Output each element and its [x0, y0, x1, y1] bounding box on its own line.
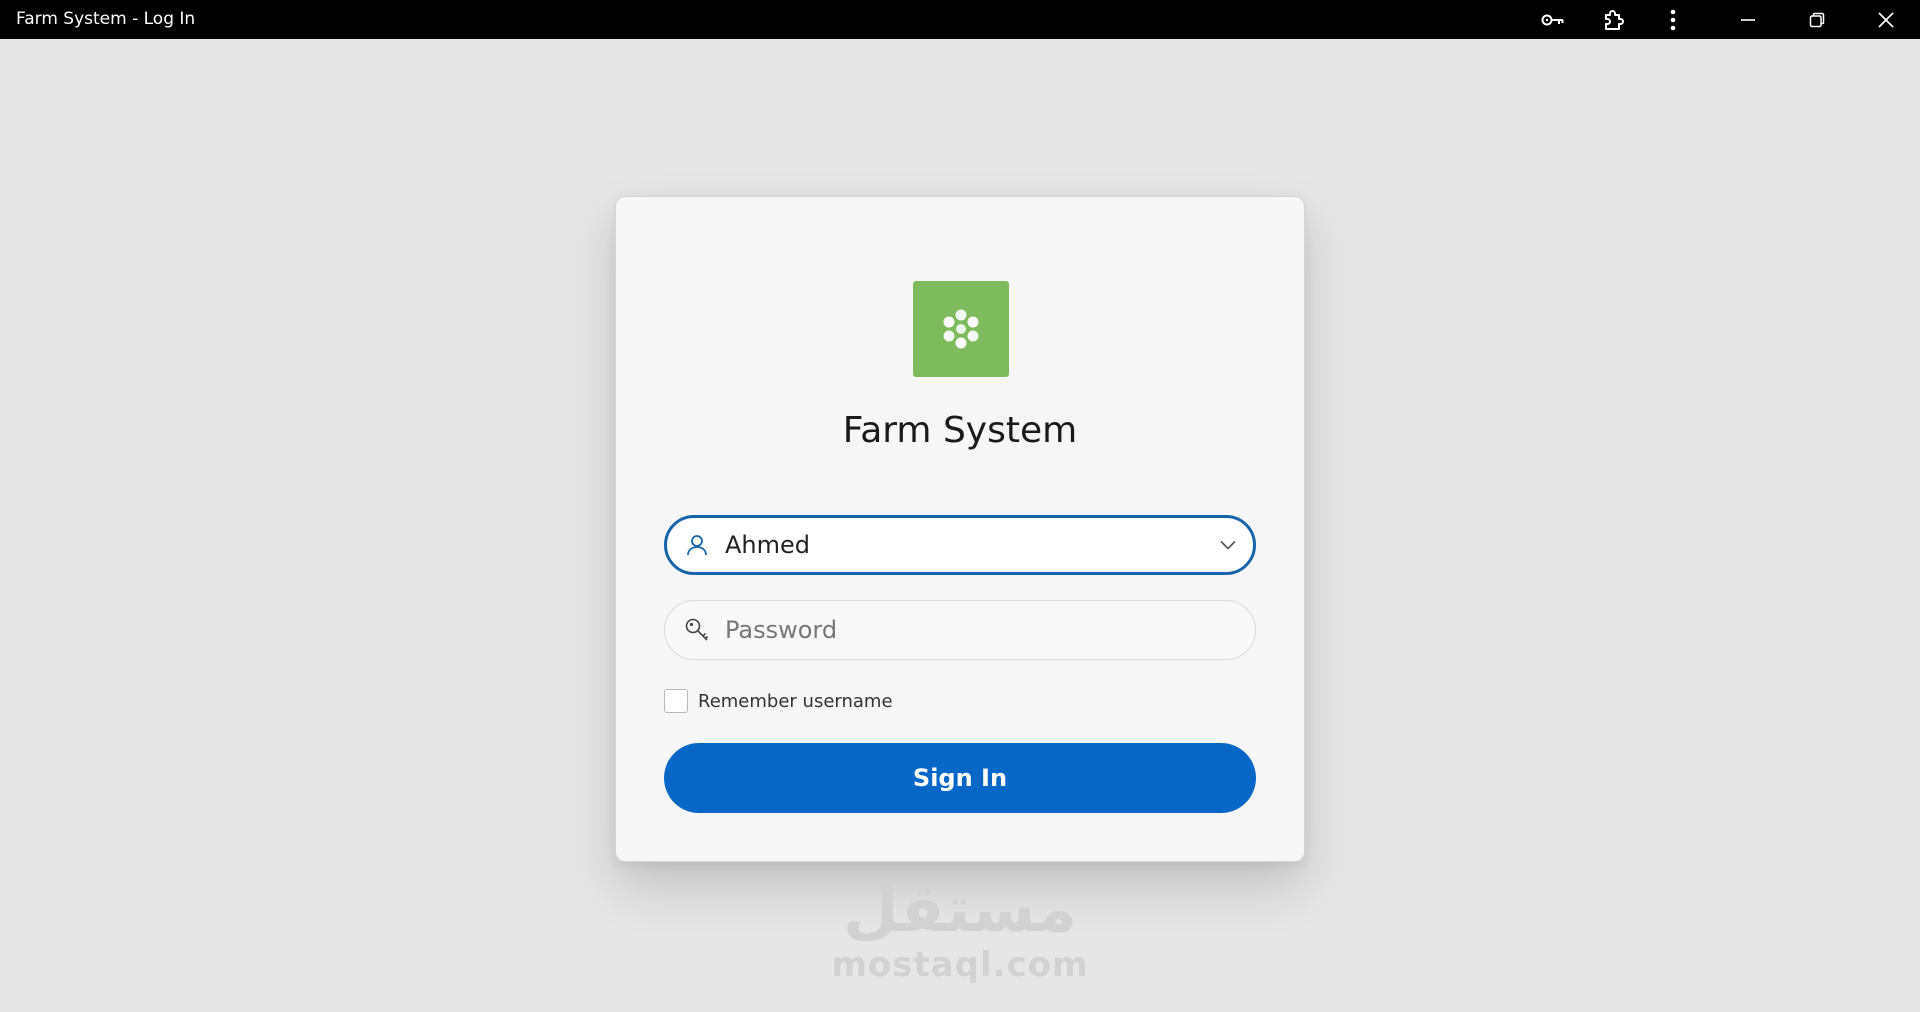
remember-username[interactable]: Remember username [664, 689, 893, 713]
key-icon [683, 616, 711, 644]
minimize-icon[interactable] [1728, 0, 1768, 39]
app-title: Farm System [842, 410, 1078, 451]
sign-in-button[interactable]: Sign In [664, 743, 1256, 813]
remember-label[interactable]: Remember username [698, 691, 893, 712]
flower-dots-icon [943, 309, 979, 349]
chevron-down-icon[interactable] [1217, 534, 1239, 556]
login-card: Farm System Ahmed Remember username Sign… [615, 196, 1305, 862]
close-icon[interactable] [1866, 0, 1906, 39]
watermark: مستقل mostaql.com [810, 875, 1110, 995]
app-logo [913, 281, 1009, 377]
user-icon [683, 531, 711, 559]
restore-icon[interactable] [1797, 0, 1837, 39]
password-input[interactable] [725, 615, 1205, 645]
password-field[interactable] [664, 600, 1256, 660]
more-vertical-icon[interactable] [1658, 0, 1688, 39]
key-icon[interactable] [1538, 0, 1568, 39]
username-combobox[interactable]: Ahmed [664, 515, 1256, 575]
username-value[interactable]: Ahmed [725, 530, 810, 560]
extension-icon[interactable] [1598, 0, 1628, 39]
watermark-arabic: مستقل [842, 873, 1078, 947]
remember-checkbox[interactable] [664, 689, 688, 713]
title-bar: Farm System - Log In [0, 0, 1920, 39]
watermark-latin: mostaql.com [831, 945, 1089, 985]
window-title: Farm System - Log In [16, 9, 196, 29]
